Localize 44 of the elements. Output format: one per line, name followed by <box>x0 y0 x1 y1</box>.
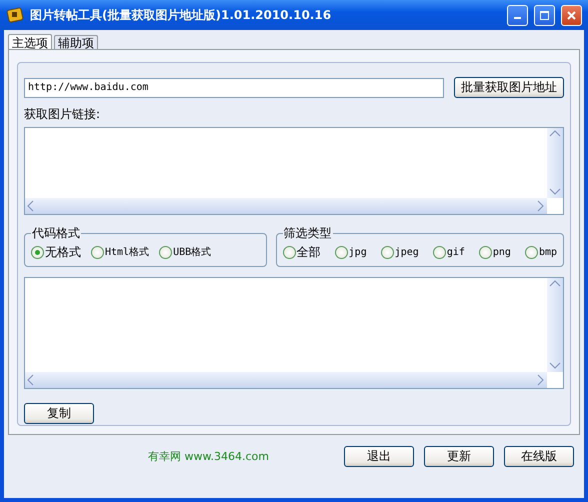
radio-label[interactable]: jpeg <box>394 246 419 258</box>
close-button[interactable] <box>561 4 582 26</box>
radio-button[interactable] <box>524 246 538 258</box>
vertical-scrollbar[interactable] <box>547 128 563 198</box>
maximize-button[interactable] <box>534 4 555 26</box>
dialog-button[interactable]: 退出 <box>344 446 414 467</box>
radio-label[interactable]: 全部 <box>296 244 321 260</box>
radio-button[interactable] <box>432 246 446 258</box>
radio-label[interactable]: Html格式 <box>105 245 150 259</box>
horizontal-scrollbar[interactable] <box>25 198 547 214</box>
vertical-scrollbar[interactable] <box>547 278 563 372</box>
radio-button[interactable] <box>159 246 172 258</box>
app-icon <box>6 6 24 24</box>
radio-button[interactable] <box>91 246 104 258</box>
radio-label[interactable]: gif <box>446 246 465 258</box>
group-title: 筛选类型 <box>282 225 333 242</box>
minimize-button[interactable] <box>507 4 528 26</box>
radio-button[interactable] <box>31 246 44 258</box>
dialog-button[interactable]: 在线版 <box>504 446 574 467</box>
fetch-button[interactable]: 批量获取图片地址 <box>454 77 564 98</box>
tab[interactable]: 辅助项 <box>54 35 98 50</box>
dialog-button[interactable]: 更新 <box>424 446 494 467</box>
radio-button[interactable] <box>478 246 492 258</box>
radio-button[interactable] <box>282 246 296 258</box>
text-area[interactable] <box>24 277 564 389</box>
group-title: 代码格式 <box>31 225 81 242</box>
radio-label[interactable]: UBB格式 <box>173 245 212 259</box>
window-title: 图片转帖工具(批量获取图片地址版)1.01.2010.10.16 <box>30 6 332 24</box>
footer-link[interactable]: 有幸网 www.3464.com <box>4 449 334 464</box>
radio-button[interactable] <box>334 246 348 258</box>
links-label: 获取图片链接: <box>24 106 102 123</box>
radio-label[interactable]: 无格式 <box>45 244 81 260</box>
copy-button[interactable]: 复制 <box>24 403 94 424</box>
radio-button[interactable] <box>380 246 394 258</box>
maximize-icon <box>540 10 549 20</box>
tab[interactable]: 主选项 <box>8 34 52 50</box>
close-icon <box>567 10 576 20</box>
text-area[interactable] <box>24 127 564 215</box>
horizontal-scrollbar[interactable] <box>25 372 547 388</box>
radio-label[interactable]: png <box>492 246 511 258</box>
url-field[interactable]: http://www.baidu.com <box>24 78 444 98</box>
radio-label[interactable]: bmp <box>538 246 557 258</box>
radio-label[interactable]: jpg <box>348 246 367 258</box>
minimize-icon <box>514 17 521 19</box>
